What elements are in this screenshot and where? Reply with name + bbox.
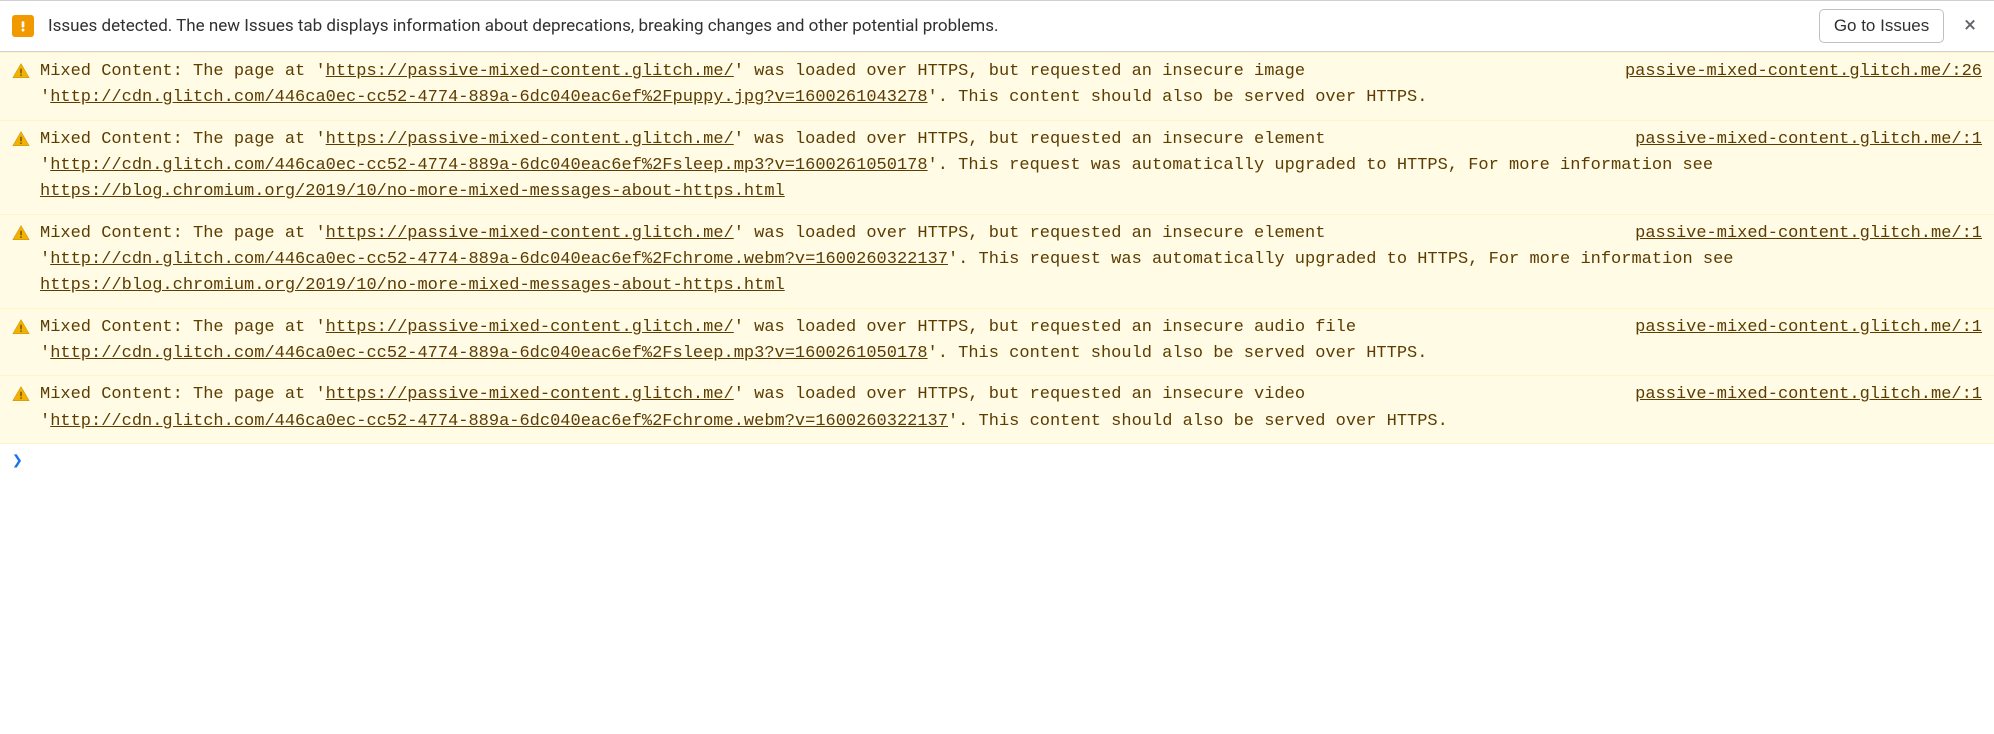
console-warning: passive-mixed-content.glitch.me/:1 Mixed … — [0, 309, 1994, 377]
console-warning: passive-mixed-content.glitch.me/:26 Mixed… — [0, 52, 1994, 121]
warning-icon — [12, 385, 30, 403]
console-warning: passive-mixed-content.glitch.me/:1 Mixed … — [0, 215, 1994, 309]
message-text: Mixed Content: The page at ' — [40, 385, 326, 404]
warning-icon — [12, 224, 30, 242]
message-text: Mixed Content: The page at ' — [40, 62, 326, 81]
warning-icon — [12, 62, 30, 80]
page-url-link[interactable]: https://passive-mixed-content.glitch.me/ — [326, 130, 734, 149]
message-body: passive-mixed-content.glitch.me/:1 Mixed … — [40, 382, 1982, 435]
message-body: passive-mixed-content.glitch.me/:1 Mixed … — [40, 221, 1982, 300]
resource-url-link[interactable]: http://cdn.glitch.com/446ca0ec-cc52-4774… — [50, 156, 927, 175]
info-url-link[interactable]: https://blog.chromium.org/2019/10/no-mor… — [40, 276, 785, 295]
resource-url-link[interactable]: http://cdn.glitch.com/446ca0ec-cc52-4774… — [50, 412, 948, 431]
resource-url-link[interactable]: http://cdn.glitch.com/446ca0ec-cc52-4774… — [50, 88, 927, 107]
issues-text: Issues detected. The new Issues tab disp… — [48, 16, 1805, 36]
go-to-issues-button[interactable]: Go to Issues — [1819, 9, 1944, 43]
message-source-link[interactable]: passive-mixed-content.glitch.me/:1 — [1635, 221, 1982, 247]
console-warning: passive-mixed-content.glitch.me/:1 Mixed … — [0, 376, 1994, 444]
message-text: '. This content should also be served ov… — [948, 412, 1448, 431]
info-url-link[interactable]: https://blog.chromium.org/2019/10/no-mor… — [40, 182, 785, 201]
message-source-link[interactable]: passive-mixed-content.glitch.me/:1 — [1635, 382, 1982, 408]
page-url-link[interactable]: https://passive-mixed-content.glitch.me/ — [326, 224, 734, 243]
console-warning: passive-mixed-content.glitch.me/:1 Mixed … — [0, 121, 1994, 215]
warning-icon — [12, 318, 30, 336]
message-text: '. This request was automatically upgrad… — [948, 250, 1734, 269]
message-text: '. This request was automatically upgrad… — [928, 156, 1714, 175]
page-url-link[interactable]: https://passive-mixed-content.glitch.me/ — [326, 62, 734, 81]
message-body: passive-mixed-content.glitch.me/:26 Mixed… — [40, 59, 1982, 112]
page-url-link[interactable]: https://passive-mixed-content.glitch.me/ — [326, 318, 734, 337]
warning-icon — [12, 130, 30, 148]
message-body: passive-mixed-content.glitch.me/:1 Mixed … — [40, 315, 1982, 368]
page-url-link[interactable]: https://passive-mixed-content.glitch.me/ — [326, 385, 734, 404]
resource-url-link[interactable]: http://cdn.glitch.com/446ca0ec-cc52-4774… — [50, 344, 927, 363]
issues-bar: Issues detected. The new Issues tab disp… — [0, 0, 1994, 52]
message-text: '. This content should also be served ov… — [928, 88, 1428, 107]
resource-url-link[interactable]: http://cdn.glitch.com/446ca0ec-cc52-4774… — [50, 250, 948, 269]
console-messages: passive-mixed-content.glitch.me/:26 Mixed… — [0, 52, 1994, 444]
message-source-link[interactable]: passive-mixed-content.glitch.me/:1 — [1635, 127, 1982, 153]
close-icon[interactable]: × — [1958, 15, 1982, 37]
message-text: '. This content should also be served ov… — [928, 344, 1428, 363]
console-prompt[interactable]: ❯ — [0, 444, 1994, 477]
issues-icon — [12, 15, 34, 37]
message-text: Mixed Content: The page at ' — [40, 130, 326, 149]
message-text: Mixed Content: The page at ' — [40, 224, 326, 243]
message-source-link[interactable]: passive-mixed-content.glitch.me/:1 — [1635, 315, 1982, 341]
message-text: Mixed Content: The page at ' — [40, 318, 326, 337]
message-body: passive-mixed-content.glitch.me/:1 Mixed … — [40, 127, 1982, 206]
message-source-link[interactable]: passive-mixed-content.glitch.me/:26 — [1625, 59, 1982, 85]
